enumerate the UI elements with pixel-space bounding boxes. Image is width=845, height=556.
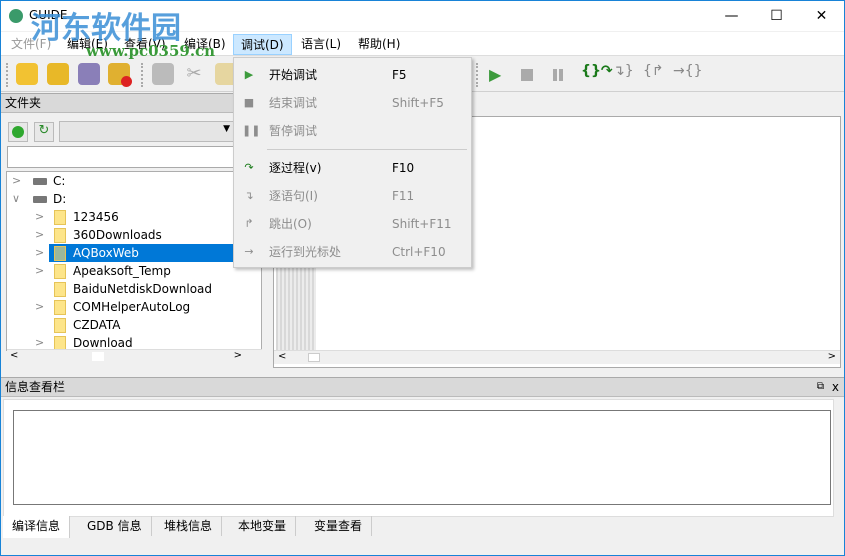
- menu-debug[interactable]: 调试(D): [233, 34, 292, 55]
- panel-close-icon[interactable]: x: [832, 378, 839, 396]
- info-panel-header: 信息查看栏 ⧉ x: [1, 377, 844, 397]
- folder-tree[interactable]: > C: ∨ D: >123456 >360Downloads > AQBoxWeb …: [6, 171, 262, 351]
- folder-icon: [54, 210, 66, 225]
- tree-folder[interactable]: Apeaksoft_Temp: [73, 262, 171, 280]
- menu-item-step-out[interactable]: ↱ 跳出(O) Shift+F11: [234, 210, 471, 238]
- start-debug-icon[interactable]: ▶: [489, 65, 501, 84]
- tree-horizontal-scrollbar[interactable]: < >: [7, 349, 262, 363]
- tree-folder[interactable]: 360Downloads: [73, 226, 162, 244]
- go-up-button[interactable]: [8, 122, 28, 142]
- folder-icon: [54, 246, 66, 261]
- step-into-icon: ↴: [244, 189, 254, 202]
- compile-output[interactable]: [13, 410, 831, 505]
- folder-icon: [54, 228, 66, 243]
- menu-item-pause-debug[interactable]: ❚❚ 暂停调试: [234, 117, 471, 145]
- tab-local-vars[interactable]: 本地变量: [229, 516, 297, 536]
- tree-folder[interactable]: COMHelperAutoLog: [73, 298, 190, 316]
- menu-item-step-into[interactable]: ↴ 逐语句(I) F11: [234, 182, 471, 210]
- toolbar-grip[interactable]: [141, 63, 144, 87]
- play-icon: ▶: [244, 68, 254, 81]
- tree-folder-selected[interactable]: AQBoxWeb: [73, 244, 139, 262]
- folder-icon: [54, 300, 66, 315]
- menu-item-stop-debug[interactable]: ■ 结束调试 Shift+F5: [234, 89, 471, 117]
- step-into-icon[interactable]: ↴}: [613, 63, 634, 79]
- stop-icon: ■: [243, 96, 255, 109]
- menu-help[interactable]: 帮助(H): [351, 34, 407, 55]
- step-out-icon[interactable]: {↱: [643, 63, 664, 79]
- close-file-icon[interactable]: [108, 63, 132, 87]
- watermark-logo: 河东软件园: [31, 11, 181, 46]
- editor-horizontal-scrollbar[interactable]: < >: [274, 350, 840, 364]
- step-over-icon: ↷: [244, 161, 254, 174]
- menu-item-run-to-cursor[interactable]: → 运行到光标处 Ctrl+F10: [234, 238, 471, 266]
- float-icon[interactable]: ⧉: [817, 378, 824, 396]
- tab-gdb-info[interactable]: GDB 信息: [78, 516, 152, 536]
- step-out-icon: ↱: [244, 217, 254, 230]
- new-file-icon[interactable]: [16, 63, 38, 85]
- dropdown-arrow-icon: ▼: [223, 124, 230, 134]
- tab-stack-info[interactable]: 堆栈信息: [155, 516, 223, 536]
- copy-icon[interactable]: [152, 63, 174, 85]
- drive-select[interactable]: ▼: [59, 121, 235, 142]
- run-to-cursor-icon[interactable]: →{}: [673, 63, 703, 79]
- close-button[interactable]: ✕: [799, 1, 844, 31]
- step-over-icon[interactable]: {}↷: [581, 63, 613, 79]
- pause-debug-icon[interactable]: [553, 69, 557, 81]
- folder-panel-header: 文件夹: [1, 93, 269, 113]
- tree-folder[interactable]: 123456: [73, 208, 119, 226]
- drive-icon: [33, 196, 47, 203]
- menu-item-start-debug[interactable]: ▶ 开始调试 F5: [234, 61, 471, 89]
- tab-compile-info[interactable]: 编译信息: [3, 516, 71, 538]
- toolbar-grip[interactable]: [476, 63, 479, 87]
- toolbar-grip[interactable]: [6, 63, 9, 87]
- tree-drive-d[interactable]: D:: [53, 190, 66, 208]
- stop-debug-icon[interactable]: [521, 69, 533, 81]
- refresh-button[interactable]: ↻: [34, 122, 54, 142]
- app-icon: [9, 9, 23, 23]
- folder-icon: [54, 318, 66, 333]
- run-to-cursor-icon: →: [244, 245, 254, 258]
- watermark-url: www.pc0359.cn: [86, 42, 216, 60]
- open-folder-icon[interactable]: [47, 63, 69, 85]
- info-panel-title: 信息查看栏: [5, 380, 66, 394]
- minimize-button[interactable]: —: [709, 1, 754, 31]
- tree-folder[interactable]: BaiduNetdiskDownload: [73, 280, 212, 298]
- tree-drive-c[interactable]: C:: [53, 172, 65, 190]
- menu-item-step-over[interactable]: ↷ 逐过程(v) F10: [234, 154, 471, 182]
- tree-folder[interactable]: CZDATA: [73, 316, 121, 334]
- save-icon[interactable]: [78, 63, 100, 85]
- menu-separator: [267, 149, 467, 150]
- path-input[interactable]: [7, 146, 263, 168]
- drive-icon: [33, 178, 47, 185]
- tab-watch-vars[interactable]: 变量查看: [305, 516, 373, 536]
- menu-language[interactable]: 语言(L): [294, 34, 348, 55]
- maximize-button[interactable]: ☐: [754, 1, 799, 31]
- folder-icon: [54, 264, 66, 279]
- folder-icon: [54, 282, 66, 297]
- cut-icon[interactable]: ✂: [183, 63, 205, 85]
- pause-icon: ❚❚: [242, 124, 261, 137]
- debug-menu-popup: ▶ 开始调试 F5 ■ 结束调试 Shift+F5 ❚❚ 暂停调试 ↷ 逐过程(v) F10 …: [233, 57, 472, 268]
